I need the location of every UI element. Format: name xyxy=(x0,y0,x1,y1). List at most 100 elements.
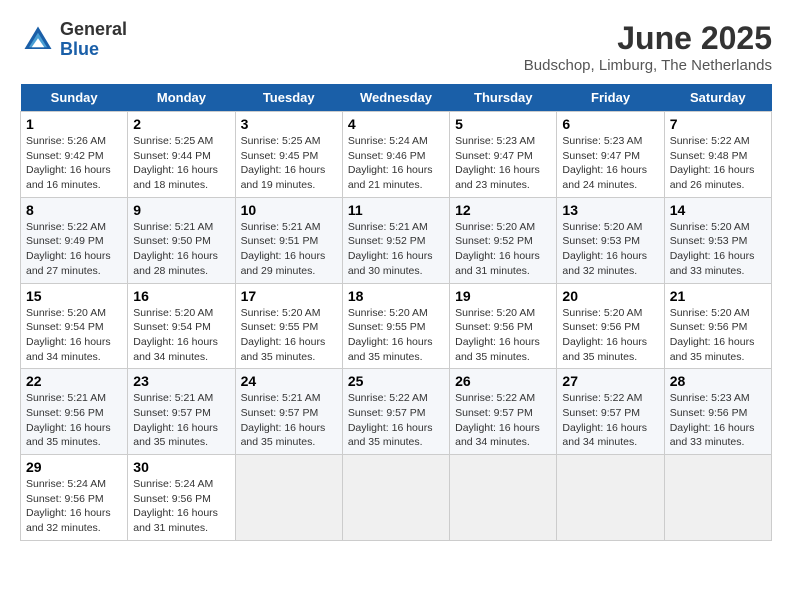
day-info: Sunrise: 5:23 AMSunset: 9:47 PMDaylight:… xyxy=(562,134,658,193)
day-number: 21 xyxy=(670,288,766,304)
day-info: Sunrise: 5:20 AMSunset: 9:55 PMDaylight:… xyxy=(241,306,337,365)
day-number: 9 xyxy=(133,202,229,218)
day-number: 19 xyxy=(455,288,551,304)
day-number: 6 xyxy=(562,116,658,132)
day-info: Sunrise: 5:20 AMSunset: 9:54 PMDaylight:… xyxy=(26,306,122,365)
weekday-header-tuesday: Tuesday xyxy=(235,84,342,112)
calendar-cell: 9 Sunrise: 5:21 AMSunset: 9:50 PMDaylight… xyxy=(128,197,235,283)
day-number: 30 xyxy=(133,459,229,475)
weekday-header-thursday: Thursday xyxy=(450,84,557,112)
day-number: 17 xyxy=(241,288,337,304)
day-number: 7 xyxy=(670,116,766,132)
day-info: Sunrise: 5:21 AMSunset: 9:52 PMDaylight:… xyxy=(348,220,444,279)
day-number: 13 xyxy=(562,202,658,218)
day-number: 22 xyxy=(26,373,122,389)
day-number: 4 xyxy=(348,116,444,132)
logo: General Blue xyxy=(20,20,127,60)
calendar-cell: 17 Sunrise: 5:20 AMSunset: 9:55 PMDayligh… xyxy=(235,283,342,369)
day-info: Sunrise: 5:20 AMSunset: 9:55 PMDaylight:… xyxy=(348,306,444,365)
day-number: 3 xyxy=(241,116,337,132)
day-info: Sunrise: 5:20 AMSunset: 9:53 PMDaylight:… xyxy=(562,220,658,279)
calendar-cell: 28 Sunrise: 5:23 AMSunset: 9:56 PMDayligh… xyxy=(664,369,771,455)
calendar-cell: 1 Sunrise: 5:26 AMSunset: 9:42 PMDaylight… xyxy=(21,112,128,198)
calendar-cell: 7 Sunrise: 5:22 AMSunset: 9:48 PMDaylight… xyxy=(664,112,771,198)
logo-icon xyxy=(20,22,56,58)
weekday-header-sunday: Sunday xyxy=(21,84,128,112)
day-info: Sunrise: 5:23 AMSunset: 9:56 PMDaylight:… xyxy=(670,391,766,450)
day-number: 24 xyxy=(241,373,337,389)
day-info: Sunrise: 5:24 AMSunset: 9:46 PMDaylight:… xyxy=(348,134,444,193)
day-info: Sunrise: 5:25 AMSunset: 9:44 PMDaylight:… xyxy=(133,134,229,193)
day-number: 29 xyxy=(26,459,122,475)
calendar-week-3: 15Sunrise: 5:20 AMSunset: 9:54 PMDayligh… xyxy=(21,283,772,369)
page-header: General Blue June 2025 Budschop, Limburg… xyxy=(20,20,772,74)
day-number: 28 xyxy=(670,373,766,389)
calendar-cell: 11 Sunrise: 5:21 AMSunset: 9:52 PMDayligh… xyxy=(342,197,449,283)
calendar-cell xyxy=(557,455,664,541)
day-number: 2 xyxy=(133,116,229,132)
calendar-cell: 27Sunrise: 5:22 AMSunset: 9:57 PMDayligh… xyxy=(557,369,664,455)
day-number: 26 xyxy=(455,373,551,389)
day-number: 5 xyxy=(455,116,551,132)
day-number: 23 xyxy=(133,373,229,389)
calendar-cell: 8 Sunrise: 5:22 AMSunset: 9:49 PMDaylight… xyxy=(21,197,128,283)
calendar-cell: 22 Sunrise: 5:21 AMSunset: 9:56 PMDayligh… xyxy=(21,369,128,455)
day-info: Sunrise: 5:20 AMSunset: 9:54 PMDaylight:… xyxy=(133,306,229,365)
calendar-cell: 23 Sunrise: 5:21 AMSunset: 9:57 PMDayligh… xyxy=(128,369,235,455)
logo-blue: Blue xyxy=(60,40,127,60)
day-number: 8 xyxy=(26,202,122,218)
day-info: Sunrise: 5:21 AMSunset: 9:51 PMDaylight:… xyxy=(241,220,337,279)
day-number: 20 xyxy=(562,288,658,304)
calendar-cell: 12Sunrise: 5:20 AMSunset: 9:52 PMDayligh… xyxy=(450,197,557,283)
calendar-cell: 18 Sunrise: 5:20 AMSunset: 9:55 PMDayligh… xyxy=(342,283,449,369)
day-info: Sunrise: 5:24 AMSunset: 9:56 PMDaylight:… xyxy=(133,477,229,536)
day-info: Sunrise: 5:21 AMSunset: 9:57 PMDaylight:… xyxy=(133,391,229,450)
calendar-cell: 15Sunrise: 5:20 AMSunset: 9:54 PMDayligh… xyxy=(21,283,128,369)
weekday-header-friday: Friday xyxy=(557,84,664,112)
day-info: Sunrise: 5:21 AMSunset: 9:56 PMDaylight:… xyxy=(26,391,122,450)
calendar-week-2: 8 Sunrise: 5:22 AMSunset: 9:49 PMDaylight… xyxy=(21,197,772,283)
weekday-header-monday: Monday xyxy=(128,84,235,112)
day-number: 11 xyxy=(348,202,444,218)
calendar-cell: 25Sunrise: 5:22 AMSunset: 9:57 PMDayligh… xyxy=(342,369,449,455)
day-info: Sunrise: 5:20 AMSunset: 9:53 PMDaylight:… xyxy=(670,220,766,279)
day-info: Sunrise: 5:21 AMSunset: 9:50 PMDaylight:… xyxy=(133,220,229,279)
day-info: Sunrise: 5:25 AMSunset: 9:45 PMDaylight:… xyxy=(241,134,337,193)
calendar-cell: 10 Sunrise: 5:21 AMSunset: 9:51 PMDayligh… xyxy=(235,197,342,283)
calendar-cell: 26Sunrise: 5:22 AMSunset: 9:57 PMDayligh… xyxy=(450,369,557,455)
day-info: Sunrise: 5:24 AMSunset: 9:56 PMDaylight:… xyxy=(26,477,122,536)
calendar-cell: 30 Sunrise: 5:24 AMSunset: 9:56 PMDayligh… xyxy=(128,455,235,541)
day-number: 18 xyxy=(348,288,444,304)
day-number: 27 xyxy=(562,373,658,389)
calendar-cell: 29 Sunrise: 5:24 AMSunset: 9:56 PMDayligh… xyxy=(21,455,128,541)
calendar-cell: 6 Sunrise: 5:23 AMSunset: 9:47 PMDaylight… xyxy=(557,112,664,198)
day-number: 14 xyxy=(670,202,766,218)
calendar-cell: 5Sunrise: 5:23 AMSunset: 9:47 PMDaylight… xyxy=(450,112,557,198)
day-info: Sunrise: 5:22 AMSunset: 9:57 PMDaylight:… xyxy=(348,391,444,450)
calendar-cell xyxy=(450,455,557,541)
day-number: 10 xyxy=(241,202,337,218)
day-info: Sunrise: 5:20 AMSunset: 9:56 PMDaylight:… xyxy=(562,306,658,365)
calendar-cell: 16 Sunrise: 5:20 AMSunset: 9:54 PMDayligh… xyxy=(128,283,235,369)
day-info: Sunrise: 5:20 AMSunset: 9:56 PMDaylight:… xyxy=(455,306,551,365)
calendar-cell: 2 Sunrise: 5:25 AMSunset: 9:44 PMDaylight… xyxy=(128,112,235,198)
calendar-cell xyxy=(235,455,342,541)
weekday-header-saturday: Saturday xyxy=(664,84,771,112)
calendar-table: SundayMondayTuesdayWednesdayThursdayFrid… xyxy=(20,84,772,541)
day-number: 16 xyxy=(133,288,229,304)
calendar-cell: 14 Sunrise: 5:20 AMSunset: 9:53 PMDayligh… xyxy=(664,197,771,283)
day-info: Sunrise: 5:22 AMSunset: 9:49 PMDaylight:… xyxy=(26,220,122,279)
calendar-cell: 3 Sunrise: 5:25 AMSunset: 9:45 PMDaylight… xyxy=(235,112,342,198)
day-info: Sunrise: 5:26 AMSunset: 9:42 PMDaylight:… xyxy=(26,134,122,193)
month-title: June 2025 xyxy=(524,20,772,57)
calendar-cell xyxy=(342,455,449,541)
day-info: Sunrise: 5:22 AMSunset: 9:48 PMDaylight:… xyxy=(670,134,766,193)
location-title: Budschop, Limburg, The Netherlands xyxy=(524,57,772,74)
day-number: 1 xyxy=(26,116,122,132)
calendar-cell: 13 Sunrise: 5:20 AMSunset: 9:53 PMDayligh… xyxy=(557,197,664,283)
weekday-header-wednesday: Wednesday xyxy=(342,84,449,112)
calendar-cell xyxy=(664,455,771,541)
day-info: Sunrise: 5:20 AMSunset: 9:52 PMDaylight:… xyxy=(455,220,551,279)
calendar-week-4: 22 Sunrise: 5:21 AMSunset: 9:56 PMDayligh… xyxy=(21,369,772,455)
day-info: Sunrise: 5:20 AMSunset: 9:56 PMDaylight:… xyxy=(670,306,766,365)
